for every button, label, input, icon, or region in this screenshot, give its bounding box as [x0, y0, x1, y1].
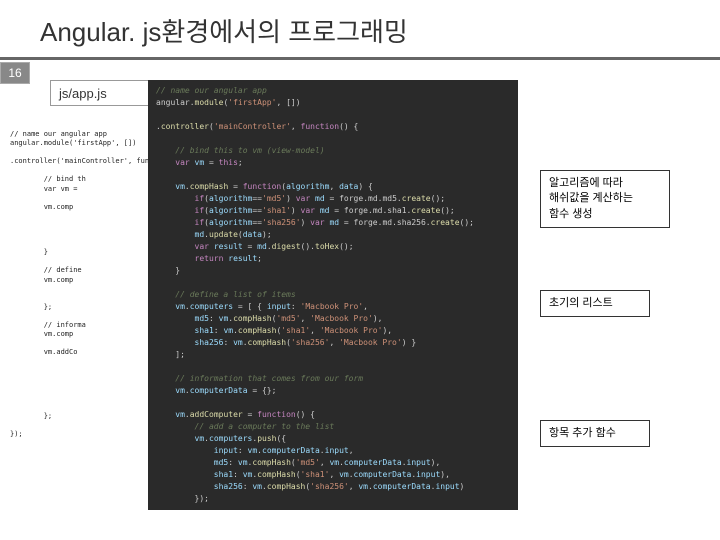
annotation-add-function: 항목 추가 함수	[540, 420, 650, 447]
title-bar: Angular. js환경에서의 프로그래밍	[0, 0, 720, 60]
annotation-initial-list: 초기의 리스트	[540, 290, 650, 317]
annotation-hash-function: 알고리즘에 따라해쉬값을 계산하는함수 생성	[540, 170, 670, 228]
slide-number: 16	[8, 66, 21, 80]
annotation-text: 알고리즘에 따라해쉬값을 계산하는함수 생성	[549, 177, 633, 220]
annotation-text: 초기의 리스트	[549, 297, 613, 309]
slide-title: Angular. js환경에서의 프로그래밍	[40, 12, 720, 49]
file-path-box: js/app.js	[50, 80, 150, 106]
code-editor: // name our angular app angular.module('…	[148, 80, 518, 510]
background-code: // name our angular app angular.module('…	[10, 130, 150, 439]
slide-number-box: 16	[0, 62, 30, 84]
file-path: js/app.js	[59, 86, 107, 101]
annotation-text: 항목 추가 함수	[549, 427, 616, 439]
